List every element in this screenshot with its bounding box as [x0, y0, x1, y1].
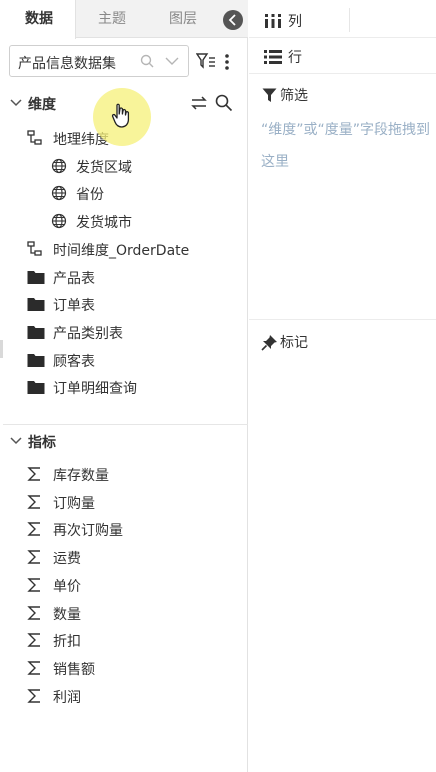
chevron-down-icon[interactable] — [165, 56, 179, 66]
chevron-down-icon — [10, 99, 22, 107]
dimensions-item[interactable]: 产品类别表 — [3, 319, 248, 345]
measures-item-label: 订购量 — [53, 495, 95, 512]
measures-item-label: 库存数量 — [53, 468, 109, 484]
dimensions-item-label: 顾客表 — [53, 353, 95, 370]
globe-icon — [51, 158, 67, 178]
sigma-icon — [27, 466, 43, 486]
folder-icon — [27, 352, 45, 372]
columns-shelf[interactable]: 列 — [249, 2, 436, 38]
measures-header[interactable]: 指标 — [3, 428, 248, 456]
tab-layer[interactable]: 图层 — [148, 0, 218, 38]
rows-shelf[interactable]: 行 — [249, 38, 436, 74]
more-vertical-icon[interactable] — [224, 53, 230, 71]
chevron-down-icon — [10, 437, 22, 445]
pin-icon — [261, 335, 277, 351]
tab-data[interactable]: 数据 — [3, 0, 76, 39]
measures-item[interactable]: 再次订购量 — [3, 516, 248, 542]
sigma-icon — [27, 521, 43, 541]
sigma-icon — [27, 660, 43, 680]
globe-icon — [51, 213, 67, 233]
measures-item[interactable]: 库存数量 — [3, 461, 248, 487]
dimensions-item[interactable]: 时间维度_OrderDate — [3, 236, 248, 262]
folder-icon — [27, 296, 45, 316]
sigma-icon — [27, 605, 43, 625]
dimensions-item-label: 发货区域 — [76, 159, 132, 176]
collapse-panel-button[interactable] — [223, 10, 243, 30]
panel-tabbar: 数据 主题 图层 — [3, 0, 248, 39]
columns-shelf-label: 列 — [288, 14, 302, 30]
folder-icon — [27, 379, 45, 399]
dimensions-item[interactable]: 产品表 — [3, 264, 248, 290]
measures-item-label: 运费 — [53, 551, 81, 568]
measures-item-label: 折扣 — [53, 634, 81, 651]
dimensions-item-label: 时间维度_OrderDate — [53, 242, 190, 259]
columns-icon — [265, 14, 281, 28]
sigma-icon — [27, 688, 43, 708]
dimensions-item-label: 订单明细查询 — [53, 381, 137, 398]
shelf-panel: 列 行 筛选 “维度”或“度量”字段拖拽到这里 标记 — [249, 0, 436, 772]
dimensions-item-label: 产品表 — [53, 270, 95, 287]
swap-icon[interactable] — [190, 95, 208, 111]
measures-item[interactable]: 运费 — [3, 544, 248, 570]
search-icon[interactable] — [215, 94, 233, 112]
hierarchy-icon — [27, 130, 43, 150]
measures-item[interactable]: 数量 — [3, 600, 248, 626]
measures-item-label: 单价 — [53, 578, 81, 595]
filter-drop-hint[interactable]: “维度”或“度量”字段拖拽到这里 — [261, 114, 433, 178]
measures-title: 指标 — [28, 435, 56, 451]
globe-icon — [51, 185, 67, 205]
dimensions-item-label: 发货城市 — [76, 215, 132, 232]
filter-shelf-label: 筛选 — [280, 88, 308, 104]
dataset-select[interactable]: 产品信息数据集 — [9, 45, 189, 77]
dimensions-item[interactable]: 顾客表 — [3, 347, 248, 373]
measures-item-label: 再次订购量 — [53, 523, 123, 540]
panel-resize-handle[interactable] — [0, 340, 3, 358]
measures-item-label: 数量 — [53, 606, 81, 623]
measures-item-label: 销售额 — [53, 661, 95, 678]
tab-theme[interactable]: 主题 — [76, 0, 148, 38]
chevron-left-icon — [228, 14, 236, 26]
sigma-icon — [27, 632, 43, 652]
dimensions-item[interactable]: 订单明细查询 — [3, 374, 248, 400]
search-icon[interactable] — [140, 54, 154, 68]
filter-icon — [262, 88, 277, 102]
dataset-select-value: 产品信息数据集 — [18, 56, 116, 72]
dimensions-item[interactable]: 发货区域 — [3, 153, 248, 179]
dimensions-item-label: 订单表 — [53, 298, 95, 315]
measures-item[interactable]: 利润 — [3, 683, 248, 709]
measures-item[interactable]: 单价 — [3, 572, 248, 598]
measures-item[interactable]: 订购量 — [3, 489, 248, 515]
rows-icon — [264, 50, 282, 64]
folder-icon — [27, 324, 45, 344]
sigma-icon — [27, 549, 43, 569]
dimensions-item[interactable]: 发货城市 — [3, 208, 248, 234]
marks-divider — [249, 319, 436, 320]
sigma-icon — [27, 494, 43, 514]
dimensions-item-label: 省份 — [76, 187, 104, 204]
hand-cursor-icon — [111, 103, 130, 128]
dimensions-title: 维度 — [28, 97, 56, 113]
folder-icon — [27, 269, 45, 289]
filter-fields-icon[interactable] — [196, 52, 216, 70]
data-panel: 数据 主题 图层 产品信息数据集 维度 地理纬度 发货区域 省份 发货城市 时间… — [3, 0, 248, 772]
dimensions-item-label: 产品类别表 — [53, 325, 123, 342]
marks-label: 标记 — [280, 335, 308, 351]
dimensions-item[interactable]: 订单表 — [3, 291, 248, 317]
rows-shelf-label: 行 — [288, 50, 302, 66]
measures-item[interactable]: 销售额 — [3, 655, 248, 681]
shelf-separator — [349, 8, 350, 32]
section-divider — [3, 424, 248, 425]
hierarchy-icon — [27, 241, 43, 261]
sigma-icon — [27, 577, 43, 597]
dimensions-item[interactable]: 省份 — [3, 180, 248, 206]
measures-item-label: 利润 — [53, 689, 81, 706]
measures-item[interactable]: 折扣 — [3, 627, 248, 653]
